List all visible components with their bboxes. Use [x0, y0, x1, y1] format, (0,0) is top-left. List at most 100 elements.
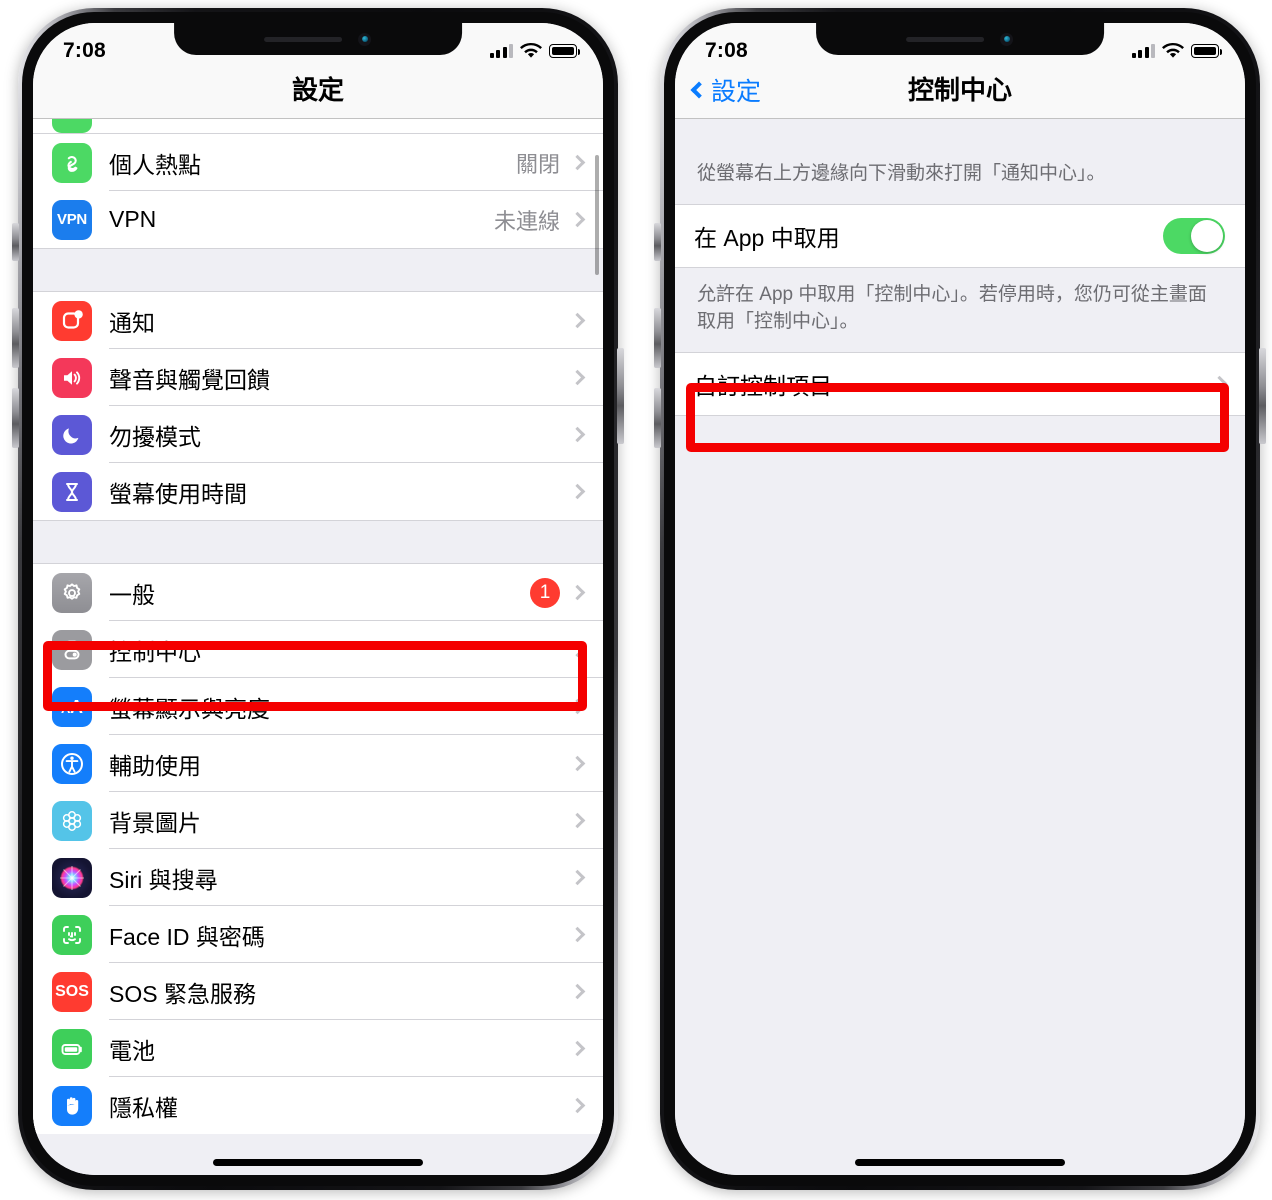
- screen-time-icon: [52, 471, 92, 512]
- settings-row-screen-time[interactable]: 螢幕使用時間: [33, 463, 603, 520]
- back-button-label: 設定: [711, 78, 762, 106]
- chevron-left-icon: [690, 81, 708, 99]
- chevron-right-icon: [569, 1097, 586, 1114]
- cellular-bars-icon: [1131, 44, 1155, 58]
- settings-row-label: 個人熱點: [109, 151, 201, 178]
- settings-row-face-id[interactable]: Face ID 與密碼: [33, 906, 603, 963]
- chevron-right-icon: [569, 1040, 586, 1057]
- settings-row-accessibility[interactable]: 輔助使用: [33, 735, 603, 792]
- hotspot-icon: [52, 142, 92, 183]
- notch: [174, 23, 462, 55]
- chevron-right-icon: [569, 369, 586, 386]
- sos-icon: SOS: [52, 971, 92, 1012]
- control-center-scroll-area[interactable]: 從螢幕右上方邊緣向下滑動來打開「通知中心」。 在 App 中取用 允許在 App…: [675, 119, 1245, 1175]
- front-camera-icon: [358, 32, 372, 46]
- back-button[interactable]: 設定: [690, 72, 762, 108]
- do-not-disturb-icon: [52, 414, 92, 455]
- scroll-indicator[interactable]: [595, 155, 599, 275]
- access-within-apps-toggle[interactable]: [1163, 217, 1225, 254]
- settings-row-label: 隱私權: [109, 1094, 178, 1121]
- volume-up-button[interactable]: [654, 308, 661, 368]
- row-label: 在 App 中取用: [694, 224, 840, 251]
- home-indicator[interactable]: [213, 1159, 423, 1166]
- general-gear-icon: [52, 572, 92, 613]
- status-time: 7:08: [705, 39, 748, 62]
- wifi-icon: [520, 43, 542, 58]
- face-id-icon: [52, 914, 92, 955]
- settings-row-label: 聲音與觸覺回饋: [109, 366, 270, 393]
- settings-section-system: 一般 1 控制中心 A A 螢幕顯示與亮度 輔助使用 背景圖片 Siri 與搜尋…: [33, 564, 603, 1134]
- section-gap: [33, 520, 603, 564]
- chevron-right-icon: [569, 312, 586, 329]
- battery-icon: [549, 44, 581, 58]
- phone-left-screen: 7:08 設定 個人熱點 關閉 VPN VPN 未連線 通知 聲音與觸覺回饋 勿…: [33, 23, 603, 1175]
- chevron-right-icon: [569, 154, 586, 171]
- settings-row-label: VPN: [109, 206, 157, 232]
- privacy-hand-icon: [52, 1085, 92, 1126]
- settings-row-label: 電池: [109, 1037, 155, 1064]
- settings-row-sounds[interactable]: 聲音與觸覺回饋: [33, 349, 603, 406]
- power-button[interactable]: [617, 348, 624, 444]
- page-title: 設定: [291, 75, 344, 105]
- settings-row-label: 螢幕顯示與亮度: [109, 695, 270, 722]
- mute-switch[interactable]: [654, 223, 661, 261]
- battery-settings-icon: [52, 1028, 92, 1069]
- settings-row-notifications[interactable]: 通知: [33, 292, 603, 349]
- earpiece-speaker-icon: [906, 36, 985, 42]
- phone-right: 7:08 設定 控制中心 從螢幕右上方邊緣向下滑動來打開「通知中心」。 在 Ap…: [654, 8, 1266, 1190]
- status-badge: 1: [530, 577, 560, 608]
- settings-scroll-area[interactable]: 個人熱點 關閉 VPN VPN 未連線 通知 聲音與觸覺回饋 勿擾模式 螢幕使用…: [33, 119, 603, 1175]
- footer-description: 允許在 App 中取用「控制中心」。若停用時，您仍可從主畫面取用「控制中心」。: [675, 267, 1245, 352]
- access-in-apps-section: 在 App 中取用: [675, 203, 1245, 268]
- battery-icon: [1191, 44, 1223, 58]
- settings-row-hotspot[interactable]: 個人熱點 關閉: [33, 134, 603, 191]
- phone-left: 7:08 設定 個人熱點 關閉 VPN VPN 未連線 通知 聲音與觸覺回饋 勿…: [12, 8, 624, 1190]
- settings-row-display-brightness[interactable]: AA 螢幕顯示與亮度: [33, 678, 603, 735]
- settings-row-label: 背景圖片: [109, 809, 201, 836]
- screenshot-stage: 7:08 設定 個人熱點 關閉 VPN VPN 未連線 通知 聲音與觸覺回饋 勿…: [0, 0, 1272, 1200]
- settings-row-label: 輔助使用: [109, 752, 201, 779]
- settings-row-control-center[interactable]: 控制中心: [33, 621, 603, 678]
- settings-row-label: 螢幕使用時間: [109, 480, 247, 507]
- chevron-right-icon: [1211, 376, 1228, 392]
- settings-row-siri-search[interactable]: Siri 與搜尋: [33, 849, 603, 906]
- siri-icon: [52, 857, 92, 898]
- page-title: 控制中心: [907, 75, 1012, 105]
- settings-section-notifications: 通知 聲音與觸覺回饋 勿擾模式 螢幕使用時間: [33, 292, 603, 520]
- volume-up-button[interactable]: [12, 308, 19, 368]
- vpn-icon: VPN: [52, 199, 92, 240]
- volume-down-button[interactable]: [654, 388, 661, 448]
- section-gap: [33, 248, 603, 292]
- row-access-within-apps[interactable]: 在 App 中取用: [675, 204, 1245, 267]
- chevron-right-icon: [569, 426, 586, 443]
- row-customize-controls[interactable]: 自訂控制項目: [675, 352, 1245, 415]
- settings-row-value: 關閉: [515, 151, 560, 177]
- svg-text:A: A: [70, 697, 83, 717]
- row-label: 自訂控制項目: [694, 372, 832, 399]
- settings-row-label: 一般: [109, 581, 155, 608]
- settings-section-connectivity: 個人熱點 關閉 VPN VPN 未連線: [33, 133, 603, 248]
- settings-row-do-not-disturb[interactable]: 勿擾模式: [33, 406, 603, 463]
- settings-row-general[interactable]: 一般 1: [33, 564, 603, 621]
- chevron-right-icon: [569, 755, 586, 772]
- settings-row-wallpaper[interactable]: 背景圖片: [33, 792, 603, 849]
- earpiece-speaker-icon: [264, 36, 343, 42]
- chevron-right-icon: [569, 926, 586, 943]
- chevron-right-icon: [569, 641, 586, 658]
- settings-row-privacy[interactable]: 隱私權: [33, 1077, 603, 1134]
- home-indicator[interactable]: [855, 1159, 1065, 1166]
- settings-row-label: 通知: [109, 309, 155, 336]
- chevron-right-icon: [569, 483, 586, 500]
- header-description: 從螢幕右上方邊緣向下滑動來打開「通知中心」。: [675, 119, 1245, 204]
- settings-row-sos[interactable]: SOS SOS 緊急服務: [33, 963, 603, 1020]
- wallpaper-icon: [52, 800, 92, 841]
- settings-row-vpn[interactable]: VPN VPN 未連線: [33, 191, 603, 248]
- toggle-knob: [1191, 219, 1223, 252]
- volume-down-button[interactable]: [12, 388, 19, 448]
- notch: [816, 23, 1104, 55]
- settings-row-label: Siri 與搜尋: [109, 866, 218, 893]
- mute-switch[interactable]: [12, 223, 19, 261]
- power-button[interactable]: [1259, 348, 1266, 444]
- settings-row-battery[interactable]: 電池: [33, 1020, 603, 1077]
- phone-right-screen: 7:08 設定 控制中心 從螢幕右上方邊緣向下滑動來打開「通知中心」。 在 Ap…: [675, 23, 1245, 1175]
